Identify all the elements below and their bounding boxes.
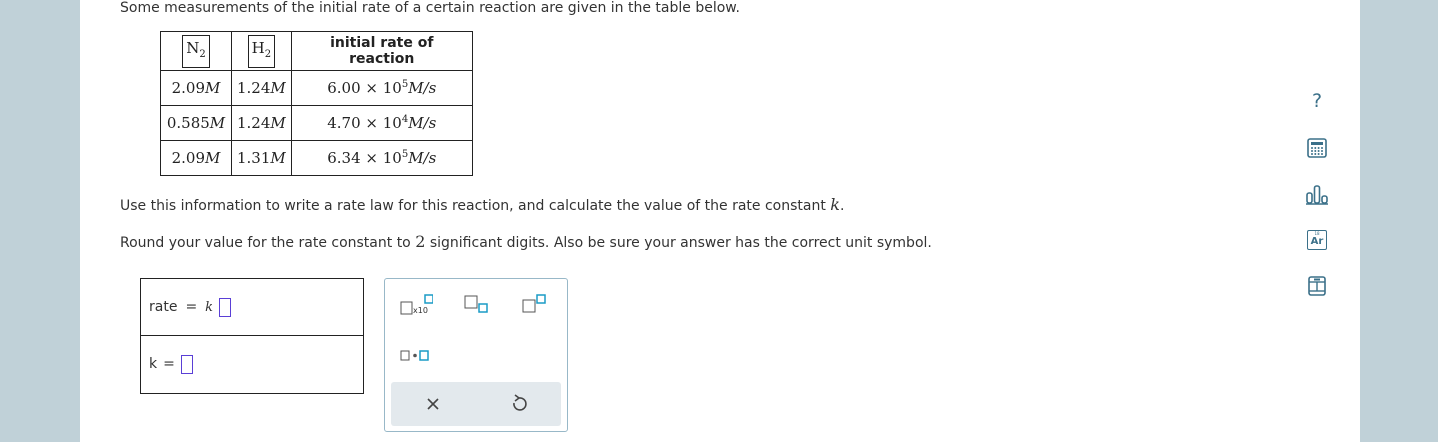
undo-icon (513, 394, 527, 411)
palette-footer (391, 382, 561, 426)
k-row: k = (141, 335, 363, 392)
n2-header: N2 (160, 31, 232, 71)
question-mark-icon: ? (1311, 90, 1323, 112)
superscript-button[interactable] (519, 291, 555, 321)
k-value-input[interactable] (180, 354, 193, 374)
bar-chart-icon (1306, 185, 1328, 205)
n2-value: 2.09M (160, 70, 232, 106)
instruction-rounding: Round your value for the rate constant t… (120, 232, 932, 251)
times-ten-button[interactable]: x10 (397, 291, 434, 321)
periodic-table-button[interactable]: 18 Ar (1298, 223, 1336, 257)
calculator-icon (1307, 138, 1327, 158)
n2-value: 0.585M (160, 105, 232, 141)
table-row: 2.09M 1.24M 6.00 × 105M/s (160, 70, 473, 106)
rate-value: 6.00 × 105M/s (290, 70, 473, 106)
reference-button[interactable] (1298, 269, 1336, 303)
rate-law-row: rate = k (141, 279, 363, 335)
multiply-dot-icon (400, 350, 429, 361)
math-palette: x10 (384, 278, 568, 432)
instruction-rate-law: Use this information to write a rate law… (120, 195, 845, 214)
h2-value: 1.24M (231, 105, 292, 141)
h2-value: 1.24M (231, 70, 292, 106)
multiply-dot-button[interactable] (397, 341, 433, 371)
answer-box: rate = k k = (140, 278, 364, 394)
table-row: 0.585M 1.24M 4.70 × 104M/s (160, 105, 473, 141)
n2-value: 2.09M (160, 140, 232, 176)
subscript-button[interactable] (461, 291, 497, 321)
rate-header: initial rate of reaction (290, 31, 473, 71)
h2-header: H2 (231, 31, 292, 71)
undo-button[interactable] (501, 389, 537, 419)
rate-value: 4.70 × 104M/s (290, 105, 473, 141)
clear-button[interactable] (415, 389, 451, 419)
rate-data-table: N2 H2 initial rate of reaction 2.09M 1.2… (160, 31, 473, 176)
times-icon (427, 398, 439, 410)
rate-law-input[interactable] (219, 297, 232, 317)
subscript-icon (464, 295, 488, 313)
superscript-icon (522, 294, 546, 313)
help-button[interactable]: ? (1298, 84, 1336, 118)
h2-value: 1.31M (231, 140, 292, 176)
table-row: 2.09M 1.31M 6.34 × 105M/s (160, 140, 473, 176)
chart-button[interactable] (1298, 177, 1336, 211)
calculator-button[interactable] (1298, 131, 1336, 165)
question-panel: Some measurements of the initial rate of… (80, 0, 1360, 442)
data-book-icon (1308, 276, 1326, 296)
rate-value: 6.34 × 105M/s (290, 140, 473, 176)
question-intro: Some measurements of the initial rate of… (120, 0, 740, 16)
table-header-row: N2 H2 initial rate of reaction (160, 31, 473, 71)
periodic-table-icon: 18 Ar (1307, 230, 1327, 250)
